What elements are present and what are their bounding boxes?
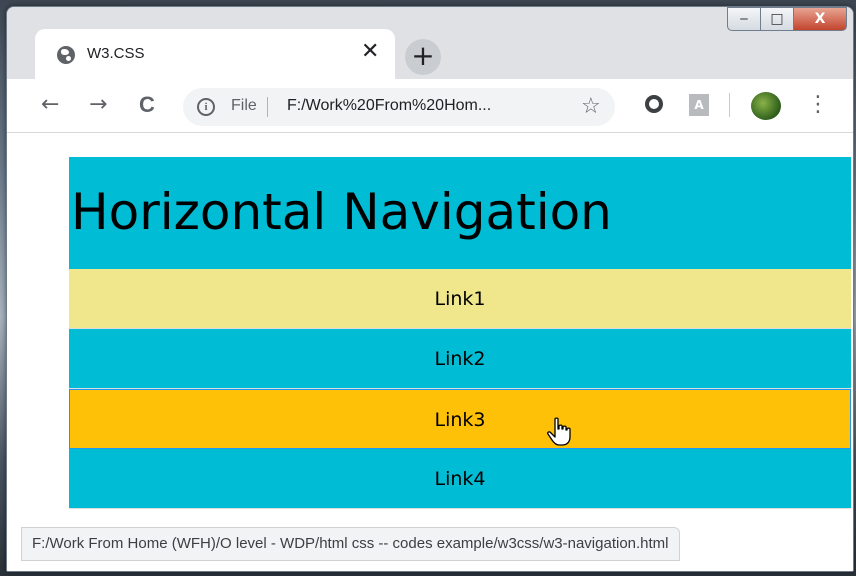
extension-circle-icon[interactable] [645,95,663,113]
pdf-extension-icon[interactable]: A [689,94,709,116]
vertical-nav: Link1 Link2 Link3 Link4 [69,269,851,509]
page-viewport: Horizontal Navigation Link1 Link2 Link3 … [7,133,853,571]
window-controls: ‒ □ X [727,7,847,33]
globe-icon [57,46,75,64]
status-bar: F:/Work From Home (WFH)/O level - WDP/ht… [21,527,680,561]
info-icon[interactable]: i [197,98,215,116]
title-bar: W3.CSS ✕ + ‒ □ X [7,7,853,79]
nav-link-1[interactable]: Link1 [69,269,851,329]
tab-w3css[interactable]: W3.CSS ✕ [35,29,395,79]
browser-toolbar: ← → C i File F:/Work%20From%20Hom... ☆ A… [7,79,853,133]
nav-link-4[interactable]: Link4 [69,449,851,509]
back-arrow-icon[interactable]: ← [41,93,59,117]
page-header: Horizontal Navigation [69,157,851,269]
address-separator [267,97,268,117]
nav-link-3[interactable]: Link3 [69,389,851,449]
maximize-button[interactable]: □ [760,7,794,31]
bookmark-star-icon[interactable]: ☆ [581,94,601,119]
toolbar-separator [729,93,730,117]
new-tab-button[interactable]: + [405,39,441,75]
profile-avatar[interactable] [751,92,781,120]
forward-arrow-icon[interactable]: → [89,93,107,117]
file-scheme-label: File [231,97,257,114]
minimize-button[interactable]: ‒ [727,7,761,31]
reload-icon[interactable]: C [139,93,155,117]
more-menu-icon[interactable]: ⋮ [807,91,829,119]
url-text[interactable]: F:/Work%20From%20Hom... [287,97,491,115]
tab-title: W3.CSS [87,45,145,62]
page-heading: Horizontal Navigation [71,183,612,241]
hand-cursor-icon [547,417,571,446]
tab-close-icon[interactable]: ✕ [361,41,379,63]
nav-link-2[interactable]: Link2 [69,329,851,389]
close-window-button[interactable]: X [793,7,847,31]
browser-window: W3.CSS ✕ + ‒ □ X ← → C i File F:/Work%20… [6,6,854,572]
address-bar[interactable]: i File F:/Work%20From%20Hom... ☆ [183,88,615,126]
